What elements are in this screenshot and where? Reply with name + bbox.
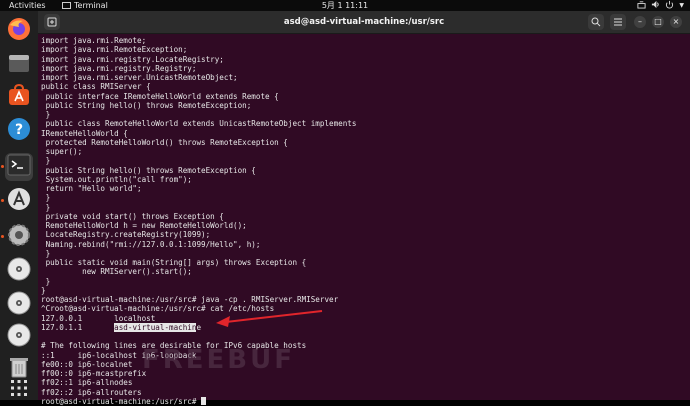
terminal-line: import java.rmi.registry.Registry; xyxy=(41,63,197,73)
terminal-line: LocateRegistry.createRegistry(1099); xyxy=(41,230,211,240)
running-indicator xyxy=(1,199,4,202)
dock-item[interactable] xyxy=(5,153,33,181)
terminal-line: # The following lines are desirable for … xyxy=(41,341,307,351)
hamburger-menu-icon xyxy=(614,18,622,26)
terminal-line: super(); xyxy=(41,147,83,156)
hostname-rest: e xyxy=(196,322,202,332)
running-indicator xyxy=(1,165,4,168)
close-button[interactable]: × xyxy=(670,16,682,28)
terminal-line: Naming.rebind("rmi://127.0.0.1:1099/Hell… xyxy=(41,239,261,249)
terminal-line: new RMIServer().start(); xyxy=(41,267,192,277)
terminal-line: root@asd-virtual-machine:/usr/src# java … xyxy=(41,295,339,304)
terminal-lines-after: # The following lines are desirable for … xyxy=(41,332,681,397)
terminal-output[interactable]: import java.rmi.Remote; import java.rmi.R… xyxy=(41,36,681,406)
terminal-line: import java.rmi.RemoteException; xyxy=(41,45,188,55)
watermark: FREEBUF xyxy=(142,345,295,375)
terminal-line: IRemoteHelloWorld { xyxy=(41,128,128,138)
svg-text:?: ? xyxy=(15,122,23,138)
power-icon xyxy=(666,0,674,9)
settings-icon xyxy=(7,223,31,251)
chevron-down-icon: ▼ xyxy=(679,2,684,9)
terminal-line: ::1 ip6-localhost ip6-loopback xyxy=(41,350,197,360)
files-icon xyxy=(7,51,31,79)
terminal-line: } xyxy=(41,248,51,258)
terminal-line: ^Croot@asd-virtual-machine:/usr/src# cat… xyxy=(41,304,275,314)
terminal-line: } xyxy=(41,156,51,166)
terminal-line: protected RemoteHelloWorld() throws Remo… xyxy=(41,137,288,147)
terminal-line: } xyxy=(41,193,51,203)
disc-icon xyxy=(7,291,31,319)
maximize-button[interactable]: □ xyxy=(652,16,664,28)
dock-item[interactable] xyxy=(5,51,33,79)
running-indicator xyxy=(1,235,4,238)
prompt-line[interactable]: root@asd-virtual-machine:/usr/src# xyxy=(41,396,681,406)
dock: ? xyxy=(0,11,38,400)
disc-icon xyxy=(7,257,31,285)
volume-icon xyxy=(652,0,660,9)
clock[interactable]: 5月 1 11:11 xyxy=(0,0,690,11)
terminal-line: private void start() throws Exception { xyxy=(41,211,224,221)
maximize-icon: □ xyxy=(654,17,662,26)
terminal-line: RemoteHelloWorld h = new RemoteHelloWorl… xyxy=(41,221,247,230)
terminal-line: public String hello() throws RemoteExcep… xyxy=(41,165,256,175)
terminal-line: import java.rmi.registry.LocateRegistry; xyxy=(41,54,224,64)
terminal-line: } xyxy=(41,285,46,295)
dock-item[interactable] xyxy=(5,187,33,215)
terminal-line: public class RMIServer { xyxy=(41,82,151,92)
dock-item[interactable] xyxy=(5,17,33,45)
minimize-button[interactable]: – xyxy=(634,16,646,28)
terminal-line: System.out.println("call from"); xyxy=(41,174,192,184)
dock-item[interactable] xyxy=(5,323,33,351)
terminal-line: public static void main(String[] args) t… xyxy=(41,258,307,267)
annotation-arrow xyxy=(216,310,323,327)
dock-item[interactable] xyxy=(5,291,33,319)
dock-item[interactable] xyxy=(5,223,33,251)
system-tray[interactable]: ▼ xyxy=(637,0,684,11)
terminal-window[interactable]: asd@asd-virtual-machine:/usr/src – □ × i… xyxy=(38,11,690,406)
firefox-icon xyxy=(7,17,31,45)
help-icon: ? xyxy=(7,117,31,145)
terminal-line: } xyxy=(41,202,51,212)
terminal-line: import java.rmi.server.UnicastRemoteObje… xyxy=(41,73,238,82)
selected-hostname[interactable]: asd-virtual-machin xyxy=(114,322,197,332)
terminal-line: import java.rmi.Remote; xyxy=(41,36,147,45)
terminal-line: ff00::0 ip6-mcastprefix xyxy=(41,369,147,378)
top-bar: Activities Terminal 5月 1 11:11 ▼ xyxy=(0,0,690,11)
terminal-line: public String hello() throws RemoteExcep… xyxy=(41,100,252,110)
dock-item[interactable] xyxy=(5,257,33,285)
hosts-ip: 127.0.1.1 xyxy=(41,322,115,332)
hosts-entry-line: 127.0.1.1 asd-virtual-machine xyxy=(41,322,681,332)
search-button[interactable] xyxy=(588,14,604,30)
terminal-line: } xyxy=(41,276,51,286)
updater-icon xyxy=(7,187,31,215)
terminal-icon xyxy=(7,153,31,181)
terminal-line: 127.0.0.1 localhost xyxy=(41,313,156,323)
header-bar: asd@asd-virtual-machine:/usr/src – □ × xyxy=(38,11,690,34)
terminal-line: ff02::2 ip6-allrouters xyxy=(41,387,142,397)
search-icon xyxy=(591,17,601,27)
dock-item[interactable]: ? xyxy=(5,117,33,145)
terminal-line: return "Hello world"; xyxy=(41,184,142,193)
software-store-icon xyxy=(7,83,31,111)
terminal-line: public class RemoteHelloWorld extends Un… xyxy=(41,119,357,129)
menu-button[interactable] xyxy=(610,14,626,30)
terminal-line: fe00::0 ip6-localnet xyxy=(41,359,133,369)
dock-item[interactable] xyxy=(5,83,33,111)
network-icon xyxy=(637,1,646,9)
terminal-line: ff02::1 ip6-allnodes xyxy=(41,378,133,388)
close-icon: × xyxy=(672,17,680,26)
disc-icon xyxy=(7,323,31,351)
terminal-line: public interface IRemoteHelloWorld exten… xyxy=(41,91,279,101)
text-cursor xyxy=(201,396,207,405)
terminal-lines: import java.rmi.Remote; import java.rmi.R… xyxy=(41,36,681,323)
shell-prompt: root@asd-virtual-machine:/usr/src# xyxy=(41,396,202,406)
terminal-line: } xyxy=(41,110,51,119)
minimize-icon: – xyxy=(638,17,642,26)
